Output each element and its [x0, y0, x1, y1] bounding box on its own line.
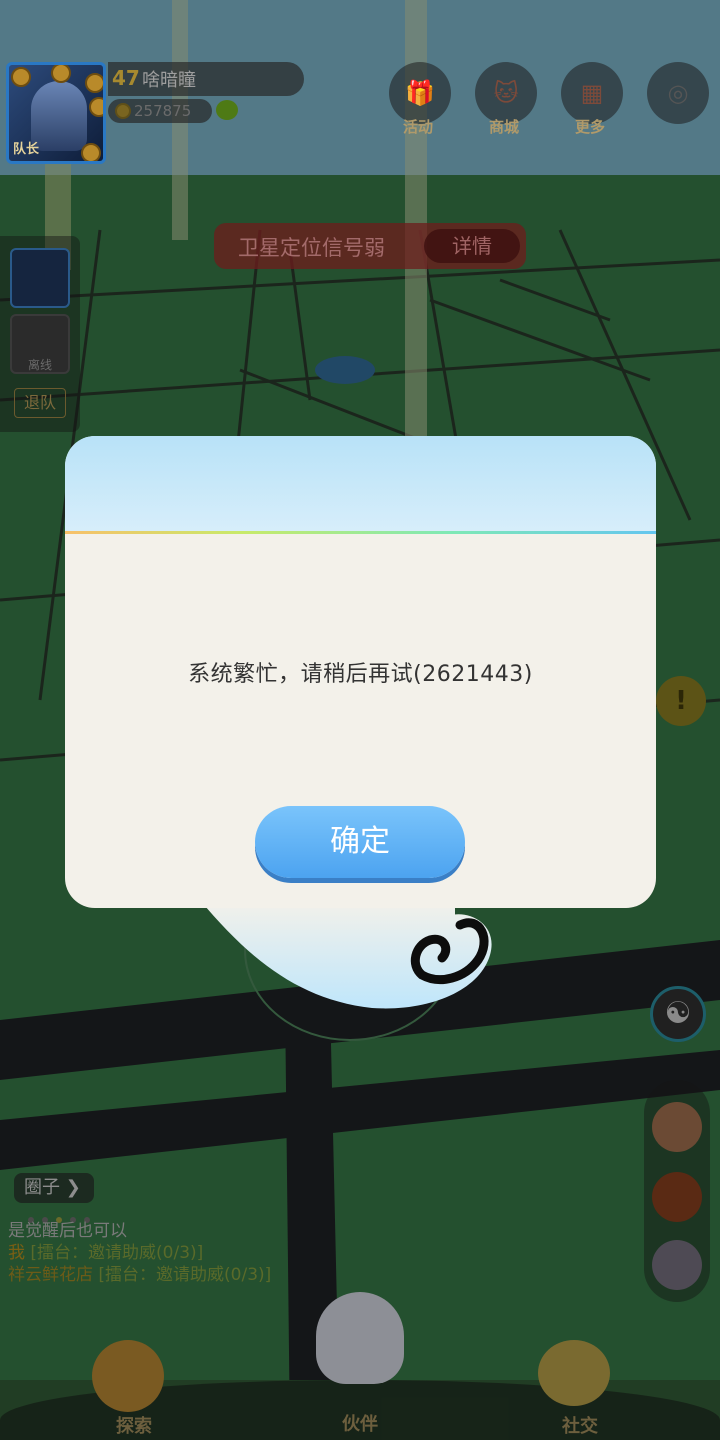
dialog-rainbow-divider: [65, 531, 656, 534]
system-busy-dialog: 系统繁忙，请稍后再试(2621443) 确定: [65, 436, 656, 908]
dialog-header: [65, 436, 656, 532]
dialog-message: 系统繁忙，请稍后再试(2621443): [188, 662, 533, 687]
confirm-button[interactable]: 确定: [255, 806, 465, 878]
